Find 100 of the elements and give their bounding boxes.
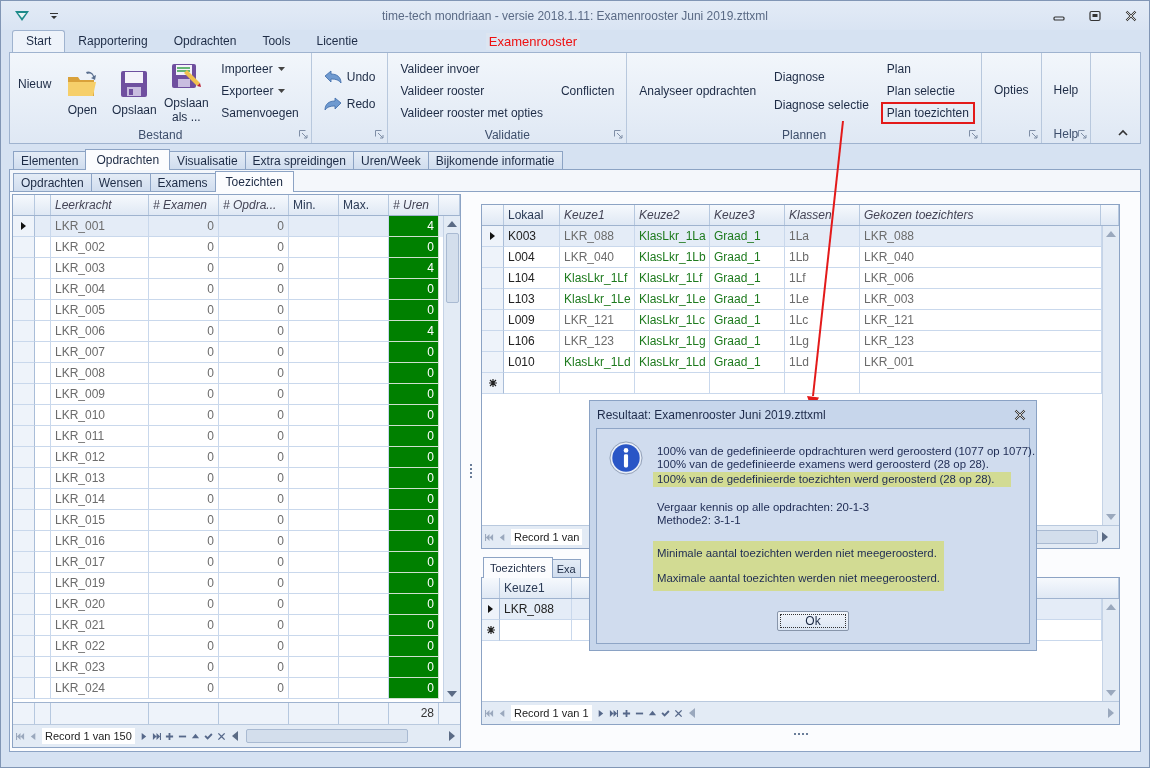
record-counter: Record 1 van xyxy=(511,529,583,545)
ribbon-button[interactable]: Help xyxy=(1047,79,1085,101)
column-header[interactable]: Max. xyxy=(339,195,389,215)
dialog-launcher-icon[interactable] xyxy=(968,130,978,139)
ribbon-button[interactable]: Opslaan als ... xyxy=(163,58,210,124)
dialog-launcher-icon[interactable] xyxy=(614,130,624,139)
last-record-icon[interactable] xyxy=(151,731,161,741)
table-cell: 0 xyxy=(389,615,439,636)
table-row[interactable]: L106 LKR_123 KlasLkr_1Lg Graad_1 1Lg LKR_123 xyxy=(482,331,1102,352)
column-header[interactable]: Leerkracht xyxy=(51,195,149,215)
ribbon-tab[interactable]: Opdrachten xyxy=(160,31,250,52)
ribbon-button[interactable]: Diagnose selectie xyxy=(768,94,875,116)
scrollbar-thumb[interactable] xyxy=(445,233,459,303)
cancel-icon[interactable] xyxy=(216,731,226,741)
table-cell: 0 xyxy=(389,342,439,363)
ribbon-button[interactable]: Opties xyxy=(987,79,1035,101)
group-label: Bestand xyxy=(138,128,183,142)
table-row[interactable]: L010 KlasLkr_1Ld KlasLkr_1Ld Graad_1 1Ld LKR_001 xyxy=(482,352,1102,373)
collapse-ribbon-icon[interactable] xyxy=(1118,129,1128,136)
column-header[interactable]: Keuze2 xyxy=(635,205,710,225)
ribbon-tab[interactable]: Tools xyxy=(249,31,304,52)
ribbon-tab[interactable]: Rapportering xyxy=(65,31,161,52)
restore-icon[interactable] xyxy=(1089,9,1101,22)
ribbon-button[interactable]: Undo xyxy=(317,65,382,88)
info-icon xyxy=(609,441,643,475)
ribbon-button[interactable]: Plan xyxy=(880,58,975,80)
table-cell: 0 xyxy=(389,552,439,573)
table-cell: 4 xyxy=(389,216,439,237)
ribbon-button[interactable]: Analyseer opdrachten xyxy=(633,80,763,102)
column-header[interactable]: Keuze1 xyxy=(560,205,635,225)
ribbon-button[interactable]: Plan toezichten xyxy=(880,102,975,124)
ribbon-tab[interactable]: Start xyxy=(12,30,66,52)
move-up-icon[interactable] xyxy=(647,708,657,718)
tab[interactable]: Toezichters xyxy=(483,557,553,578)
ribbon-button[interactable]: Opslaan xyxy=(111,65,158,117)
dialog-launcher-icon[interactable] xyxy=(1028,130,1038,139)
column-header[interactable]: Min. xyxy=(289,195,339,215)
close-icon[interactable] xyxy=(1014,408,1026,421)
check-icon[interactable] xyxy=(660,708,670,718)
group-label: Plannen xyxy=(782,128,827,142)
add-icon[interactable] xyxy=(621,708,631,718)
column-header[interactable]: Lokaal xyxy=(504,205,560,225)
message-line: Vergaar kennis op alle opdrachten: 20-1-3 xyxy=(657,501,870,514)
column-header[interactable]: # Uren xyxy=(389,195,439,215)
scroll-down-icon[interactable] xyxy=(447,691,457,697)
table-cell: 0 xyxy=(389,489,439,510)
ribbon-button[interactable]: Open xyxy=(59,65,106,117)
column-header[interactable]: # Examen xyxy=(149,195,219,215)
tab[interactable]: Opdrachten xyxy=(85,149,171,170)
quick-access-caret-icon[interactable] xyxy=(50,11,58,20)
add-icon[interactable] xyxy=(164,731,174,741)
scroll-left-icon[interactable] xyxy=(231,731,238,741)
column-header[interactable]: Gekozen toezichters xyxy=(860,205,1101,225)
ribbon-button[interactable]: Nieuw xyxy=(16,77,54,91)
table-cell: 0 xyxy=(389,279,439,300)
scroll-right-icon[interactable] xyxy=(1102,532,1108,542)
ribbon-button[interactable]: Plan selectie xyxy=(880,80,975,102)
ribbon-button[interactable]: Conflicten xyxy=(554,80,621,102)
dropdown-caret-icon xyxy=(277,67,285,71)
row-indicator-icon xyxy=(21,222,26,230)
table-row[interactable]: L009 LKR_121 KlasLkr_1Lc Graad_1 1Lc LKR_121 xyxy=(482,310,1102,331)
column-header[interactable]: Klassen xyxy=(785,205,860,225)
app-logo-icon[interactable] xyxy=(14,9,30,22)
table-row[interactable]: LKR_001 0 0 4 xyxy=(13,216,443,237)
ribbon-button[interactable]: Redo xyxy=(317,92,382,115)
vertical-scrollbar[interactable] xyxy=(443,216,460,702)
scroll-right-icon[interactable] xyxy=(449,731,455,741)
last-record-icon[interactable] xyxy=(608,708,618,718)
close-icon[interactable] xyxy=(1125,9,1137,22)
tab[interactable]: Opdrachten xyxy=(13,173,92,192)
move-up-icon[interactable] xyxy=(190,731,200,741)
ribbon-button[interactable]: Valideer rooster xyxy=(394,80,549,102)
table-row[interactable]: L004 LKR_040 KlasLkr_1Lb Graad_1 1Lb LKR_040 xyxy=(482,247,1102,268)
ok-button[interactable]: Ok xyxy=(777,611,849,631)
table-row[interactable]: L103 KlasLkr_1Le KlasLkr_1Le Graad_1 1Le LKR_003 xyxy=(482,289,1102,310)
column-header[interactable]: Keuze3 xyxy=(710,205,785,225)
cancel-icon[interactable] xyxy=(673,708,683,718)
new-row-icon xyxy=(486,626,495,634)
dialog-launcher-icon[interactable] xyxy=(1078,130,1088,139)
scroll-up-icon[interactable] xyxy=(447,221,457,227)
message-line: Maximale aantal toezichten werden niet meegeroosterd. xyxy=(657,572,941,585)
dialog-launcher-icon[interactable] xyxy=(298,130,308,139)
ribbon-button[interactable]: Importeer xyxy=(215,58,305,80)
table-row[interactable]: L104 KlasLkr_1Lf KlasLkr_1Lf Graad_1 1Lf LKR_006 xyxy=(482,268,1102,289)
table-cell: 0 xyxy=(389,384,439,405)
ribbon-tab[interactable]: Licentie xyxy=(303,31,371,52)
table-cell: 4 xyxy=(389,258,439,279)
check-icon[interactable] xyxy=(203,731,213,741)
tab[interactable]: Toezichten xyxy=(214,171,294,192)
column-header[interactable]: Keuze1 xyxy=(500,578,572,598)
ribbon-button[interactable]: Diagnose xyxy=(768,66,875,88)
table-row[interactable]: K003 LKR_088 KlasLkr_1La Graad_1 1La LKR_088 xyxy=(482,226,1102,247)
ribbon-button[interactable]: Exporteer xyxy=(215,80,305,102)
ribbon-button[interactable]: Valideer invoer xyxy=(394,58,549,80)
ribbon-button[interactable]: Valideer rooster met opties xyxy=(394,102,549,124)
row-indicator-icon xyxy=(488,605,493,613)
table-cell: 0 xyxy=(389,510,439,531)
column-header[interactable]: # Opdra... xyxy=(219,195,289,215)
ribbon-button[interactable]: Samenvoegen xyxy=(215,102,305,124)
dialog-launcher-icon[interactable] xyxy=(375,130,385,139)
